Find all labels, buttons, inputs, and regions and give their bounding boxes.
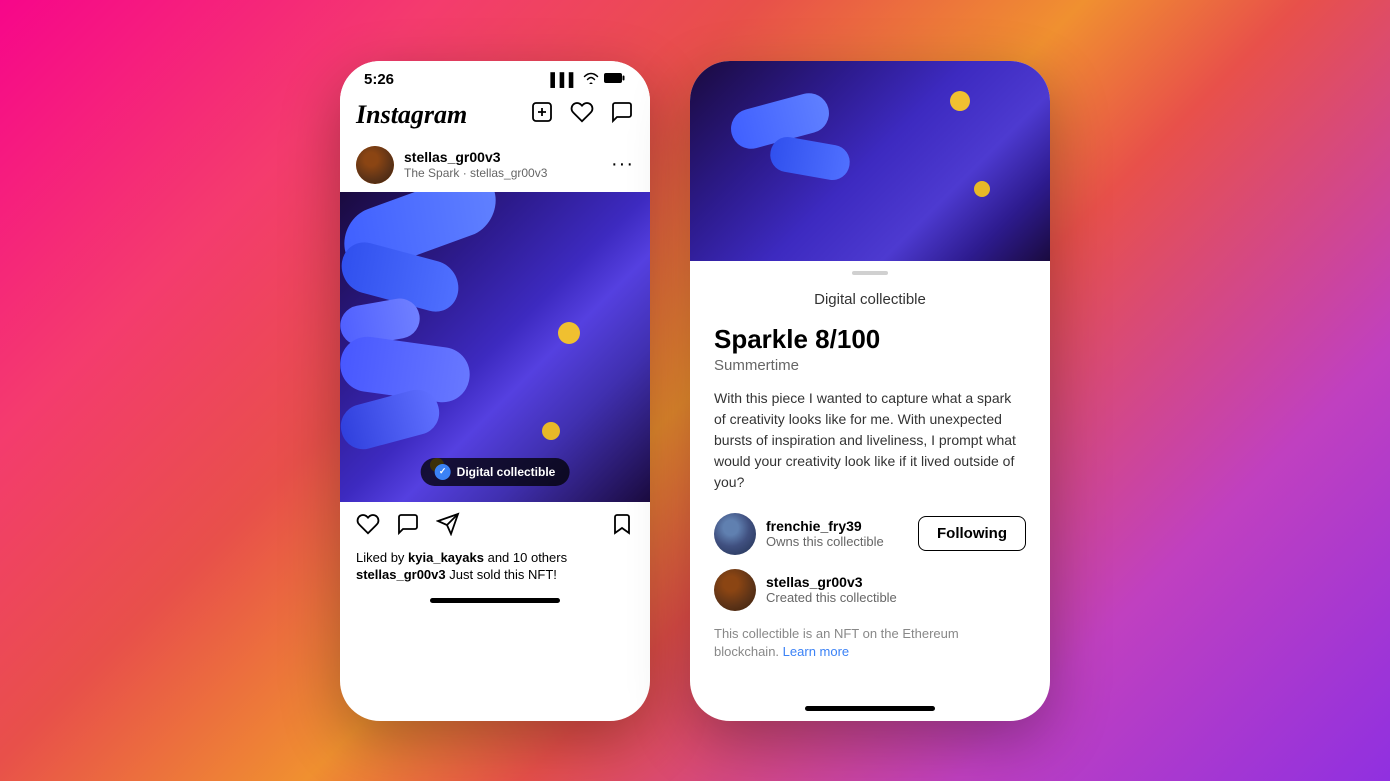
owner-username[interactable]: frenchie_fry39 (766, 518, 918, 534)
creator-row: stellas_gr00v3 Created this collectible (714, 569, 1026, 611)
caption-likes: Liked by kyia_kayaks and 10 others (356, 550, 634, 565)
creator-info: stellas_gr00v3 Created this collectible (766, 574, 1026, 605)
owner-info: frenchie_fry39 Owns this collectible (766, 518, 918, 549)
creator-avatar (714, 569, 756, 611)
instagram-logo: Instagram (356, 100, 467, 130)
verified-check-icon: ✓ (435, 464, 451, 480)
post-image: ✓ Digital collectible (340, 192, 650, 502)
share-icon[interactable] (436, 512, 460, 542)
home-indicator (430, 598, 560, 603)
post-caption: Liked by kyia_kayaks and 10 others stell… (340, 548, 650, 590)
nft-collection: Summertime (714, 357, 1026, 374)
status-time: 5:26 (364, 71, 394, 88)
nft-footer-text: This collectible is an NFT on the Ethere… (714, 625, 1026, 661)
post-actions (340, 502, 650, 548)
nft-description: With this piece I wanted to capture what… (714, 388, 1026, 493)
status-icons: ▌▌▌ (550, 72, 626, 87)
add-post-icon[interactable] (530, 100, 554, 130)
wifi-icon (583, 72, 599, 87)
post-user-row: stellas_gr00v3 The Spark · stellas_gr00v… (340, 138, 650, 192)
post-more-icon[interactable]: ··· (611, 153, 634, 176)
notifications-icon[interactable] (570, 100, 594, 130)
bookmark-icon[interactable] (610, 512, 634, 542)
caption-text: stellas_gr00v3 Just sold this NFT! (356, 567, 634, 582)
right-phone: Digital collectible Sparkle 8/100 Summer… (690, 61, 1050, 721)
following-button[interactable]: Following (918, 516, 1026, 551)
creator-role: Created this collectible (766, 590, 1026, 605)
messenger-icon[interactable] (610, 100, 634, 130)
post-username[interactable]: stellas_gr00v3 (404, 149, 611, 166)
like-icon[interactable] (356, 512, 380, 542)
comment-icon[interactable] (396, 512, 420, 542)
sheet-title: Digital collectible (714, 291, 1026, 308)
sheet-content: Digital collectible Sparkle 8/100 Summer… (690, 275, 1050, 698)
header-action-icons (530, 100, 634, 130)
owner-avatar (714, 513, 756, 555)
owner-row: frenchie_fry39 Owns this collectible Fol… (714, 513, 1026, 555)
nft-badge[interactable]: ✓ Digital collectible (421, 458, 570, 486)
left-phone: 5:26 ▌▌▌ Instagram (340, 61, 650, 721)
status-bar: 5:26 ▌▌▌ (340, 61, 650, 92)
owner-role: Owns this collectible (766, 534, 918, 549)
avatar (356, 146, 394, 184)
instagram-header: Instagram (340, 92, 650, 138)
post-subtitle: The Spark · stellas_gr00v3 (404, 166, 611, 180)
home-indicator-right (805, 706, 935, 711)
action-icons-left (356, 512, 460, 542)
battery-icon (604, 72, 626, 87)
nft-detail-image (690, 61, 1050, 261)
learn-more-link[interactable]: Learn more (783, 644, 849, 659)
post-user-info: stellas_gr00v3 The Spark · stellas_gr00v… (404, 149, 611, 180)
nft-title: Sparkle 8/100 (714, 324, 1026, 355)
creator-username[interactable]: stellas_gr00v3 (766, 574, 1026, 590)
signal-icon: ▌▌▌ (550, 72, 578, 87)
